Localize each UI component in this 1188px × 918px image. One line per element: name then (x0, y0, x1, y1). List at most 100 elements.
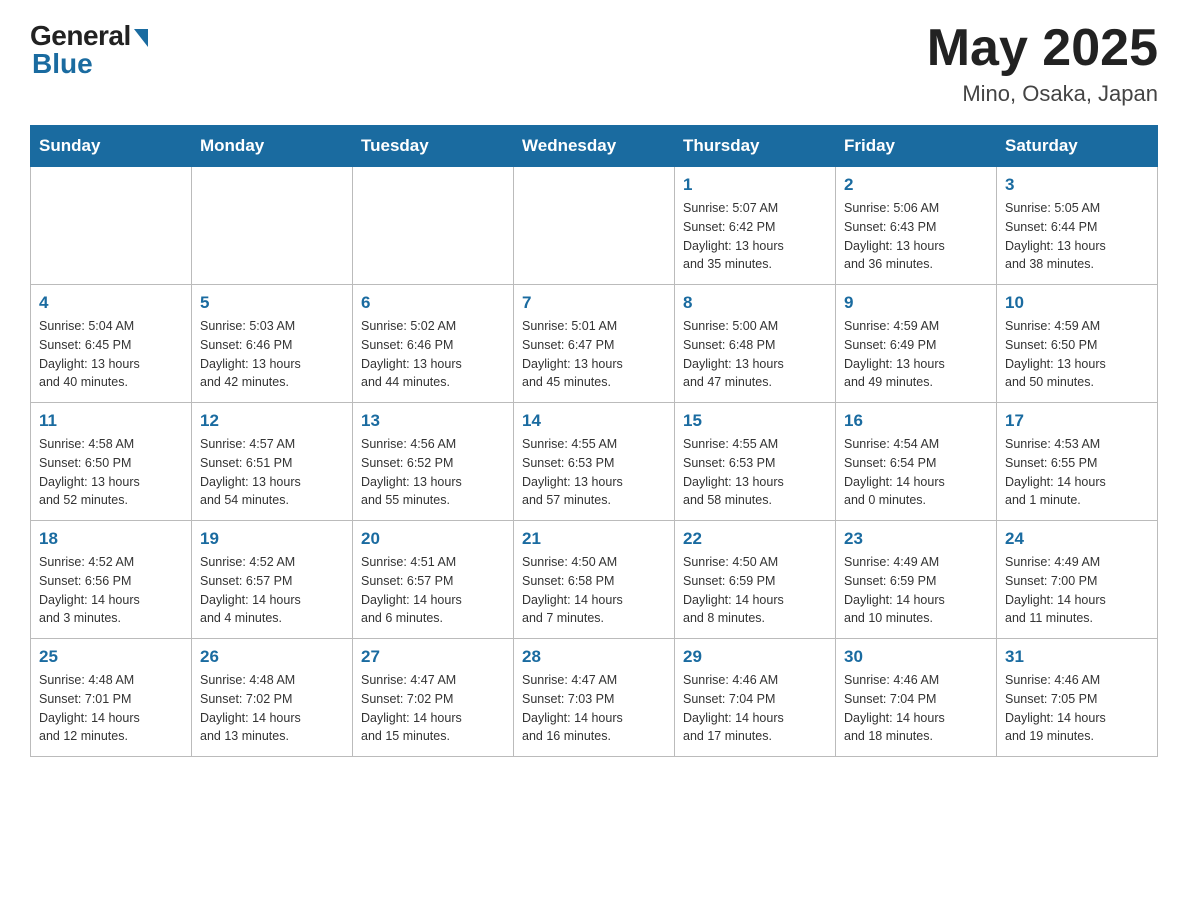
day-info: Sunrise: 4:49 AM Sunset: 6:59 PM Dayligh… (844, 553, 988, 628)
title-block: May 2025 Mino, Osaka, Japan (927, 20, 1158, 107)
table-row: 3Sunrise: 5:05 AM Sunset: 6:44 PM Daylig… (997, 167, 1158, 285)
weekday-header-row: SundayMondayTuesdayWednesdayThursdayFrid… (31, 126, 1158, 167)
day-info: Sunrise: 4:46 AM Sunset: 7:04 PM Dayligh… (683, 671, 827, 746)
day-info: Sunrise: 4:49 AM Sunset: 7:00 PM Dayligh… (1005, 553, 1149, 628)
day-number: 26 (200, 647, 344, 667)
table-row: 15 Sunrise: 4:55 AM Sunset: 6:53 PM Dayli… (675, 403, 836, 521)
table-row (514, 167, 675, 285)
day-info: Sunrise: 5:06 AM Sunset: 6:43 PM Dayligh… (844, 199, 988, 274)
calendar-table: SundayMondayTuesdayWednesdayThursdayFrid… (30, 125, 1158, 757)
day-info: Sunrise: 4:46 AM Sunset: 7:05 PM Dayligh… (1005, 671, 1149, 746)
day-info: Sunrise: 4:54 AM Sunset: 6:54 PM Dayligh… (844, 435, 988, 510)
weekday-header-monday: Monday (192, 126, 353, 167)
day-number: 20 (361, 529, 505, 549)
day-info: Sunrise: 4:53 AM Sunset: 6:55 PM Dayligh… (1005, 435, 1149, 510)
calendar-body: 1Sunrise: 5:07 AM Sunset: 6:42 PM Daylig… (31, 167, 1158, 757)
day-info: Sunrise: 5:01 AM Sunset: 6:47 PM Dayligh… (522, 317, 666, 392)
logo-arrow-icon (134, 29, 148, 47)
calendar-header: SundayMondayTuesdayWednesdayThursdayFrid… (31, 126, 1158, 167)
day-number: 24 (1005, 529, 1149, 549)
day-number: 18 (39, 529, 183, 549)
day-info: Sunrise: 4:55 AM Sunset: 6:53 PM Dayligh… (522, 435, 666, 510)
day-info: Sunrise: 4:59 AM Sunset: 6:50 PM Dayligh… (1005, 317, 1149, 392)
table-row: 21 Sunrise: 4:50 AM Sunset: 6:58 PM Dayli… (514, 521, 675, 639)
table-row: 29 Sunrise: 4:46 AM Sunset: 7:04 PM Dayli… (675, 639, 836, 757)
weekday-header-friday: Friday (836, 126, 997, 167)
day-number: 19 (200, 529, 344, 549)
table-row: 2 Sunrise: 5:06 AM Sunset: 6:43 PM Daylig… (836, 167, 997, 285)
day-info: Sunrise: 4:48 AM Sunset: 7:01 PM Dayligh… (39, 671, 183, 746)
table-row: 13Sunrise: 4:56 AM Sunset: 6:52 PM Dayli… (353, 403, 514, 521)
weekday-header-thursday: Thursday (675, 126, 836, 167)
day-number: 9 (844, 293, 988, 313)
table-row (353, 167, 514, 285)
day-number: 17 (1005, 411, 1149, 431)
day-info: Sunrise: 4:57 AM Sunset: 6:51 PM Dayligh… (200, 435, 344, 510)
day-info: Sunrise: 4:59 AM Sunset: 6:49 PM Dayligh… (844, 317, 988, 392)
day-info: Sunrise: 4:48 AM Sunset: 7:02 PM Dayligh… (200, 671, 344, 746)
calendar-week-row: 18 Sunrise: 4:52 AM Sunset: 6:56 PM Dayli… (31, 521, 1158, 639)
calendar-week-row: 25 Sunrise: 4:48 AM Sunset: 7:01 PM Dayli… (31, 639, 1158, 757)
logo: General Blue (30, 20, 148, 80)
day-number: 10 (1005, 293, 1149, 313)
table-row: 20 Sunrise: 4:51 AM Sunset: 6:57 PM Dayli… (353, 521, 514, 639)
table-row: 26 Sunrise: 4:48 AM Sunset: 7:02 PM Dayli… (192, 639, 353, 757)
calendar-week-row: 4Sunrise: 5:04 AM Sunset: 6:45 PM Daylig… (31, 285, 1158, 403)
table-row (192, 167, 353, 285)
page-header: General Blue May 2025 Mino, Osaka, Japan (30, 20, 1158, 107)
day-number: 25 (39, 647, 183, 667)
day-number: 8 (683, 293, 827, 313)
day-info: Sunrise: 4:52 AM Sunset: 6:57 PM Dayligh… (200, 553, 344, 628)
table-row: 27 Sunrise: 4:47 AM Sunset: 7:02 PM Dayli… (353, 639, 514, 757)
day-number: 31 (1005, 647, 1149, 667)
table-row: 16 Sunrise: 4:54 AM Sunset: 6:54 PM Dayli… (836, 403, 997, 521)
day-info: Sunrise: 5:03 AM Sunset: 6:46 PM Dayligh… (200, 317, 344, 392)
table-row: 8Sunrise: 5:00 AM Sunset: 6:48 PM Daylig… (675, 285, 836, 403)
day-info: Sunrise: 5:04 AM Sunset: 6:45 PM Dayligh… (39, 317, 183, 392)
weekday-header-wednesday: Wednesday (514, 126, 675, 167)
day-info: Sunrise: 4:58 AM Sunset: 6:50 PM Dayligh… (39, 435, 183, 510)
day-info: Sunrise: 4:50 AM Sunset: 6:58 PM Dayligh… (522, 553, 666, 628)
day-info: Sunrise: 4:52 AM Sunset: 6:56 PM Dayligh… (39, 553, 183, 628)
calendar-subtitle: Mino, Osaka, Japan (927, 81, 1158, 107)
table-row: 25 Sunrise: 4:48 AM Sunset: 7:01 PM Dayli… (31, 639, 192, 757)
day-info: Sunrise: 5:07 AM Sunset: 6:42 PM Dayligh… (683, 199, 827, 274)
table-row: 5 Sunrise: 5:03 AM Sunset: 6:46 PM Daylig… (192, 285, 353, 403)
table-row: 19 Sunrise: 4:52 AM Sunset: 6:57 PM Dayli… (192, 521, 353, 639)
weekday-header-tuesday: Tuesday (353, 126, 514, 167)
day-number: 13 (361, 411, 505, 431)
table-row: 9 Sunrise: 4:59 AM Sunset: 6:49 PM Daylig… (836, 285, 997, 403)
table-row: 6 Sunrise: 5:02 AM Sunset: 6:46 PM Daylig… (353, 285, 514, 403)
day-number: 30 (844, 647, 988, 667)
day-number: 21 (522, 529, 666, 549)
day-info: Sunrise: 4:51 AM Sunset: 6:57 PM Dayligh… (361, 553, 505, 628)
day-info: Sunrise: 4:55 AM Sunset: 6:53 PM Dayligh… (683, 435, 827, 510)
weekday-header-sunday: Sunday (31, 126, 192, 167)
day-number: 5 (200, 293, 344, 313)
day-info: Sunrise: 4:47 AM Sunset: 7:03 PM Dayligh… (522, 671, 666, 746)
table-row: 4Sunrise: 5:04 AM Sunset: 6:45 PM Daylig… (31, 285, 192, 403)
day-info: Sunrise: 4:50 AM Sunset: 6:59 PM Dayligh… (683, 553, 827, 628)
table-row: 22 Sunrise: 4:50 AM Sunset: 6:59 PM Dayli… (675, 521, 836, 639)
day-number: 27 (361, 647, 505, 667)
table-row: 11Sunrise: 4:58 AM Sunset: 6:50 PM Dayli… (31, 403, 192, 521)
table-row: 30 Sunrise: 4:46 AM Sunset: 7:04 PM Dayli… (836, 639, 997, 757)
weekday-header-saturday: Saturday (997, 126, 1158, 167)
day-number: 15 (683, 411, 827, 431)
table-row: 12Sunrise: 4:57 AM Sunset: 6:51 PM Dayli… (192, 403, 353, 521)
day-info: Sunrise: 4:46 AM Sunset: 7:04 PM Dayligh… (844, 671, 988, 746)
day-number: 2 (844, 175, 988, 195)
table-row: 24 Sunrise: 4:49 AM Sunset: 7:00 PM Dayli… (997, 521, 1158, 639)
calendar-week-row: 1Sunrise: 5:07 AM Sunset: 6:42 PM Daylig… (31, 167, 1158, 285)
day-number: 28 (522, 647, 666, 667)
day-number: 22 (683, 529, 827, 549)
day-number: 3 (1005, 175, 1149, 195)
day-number: 29 (683, 647, 827, 667)
day-number: 16 (844, 411, 988, 431)
day-number: 7 (522, 293, 666, 313)
day-info: Sunrise: 4:47 AM Sunset: 7:02 PM Dayligh… (361, 671, 505, 746)
day-number: 6 (361, 293, 505, 313)
calendar-week-row: 11Sunrise: 4:58 AM Sunset: 6:50 PM Dayli… (31, 403, 1158, 521)
day-info: Sunrise: 5:02 AM Sunset: 6:46 PM Dayligh… (361, 317, 505, 392)
calendar-title: May 2025 (927, 20, 1158, 77)
